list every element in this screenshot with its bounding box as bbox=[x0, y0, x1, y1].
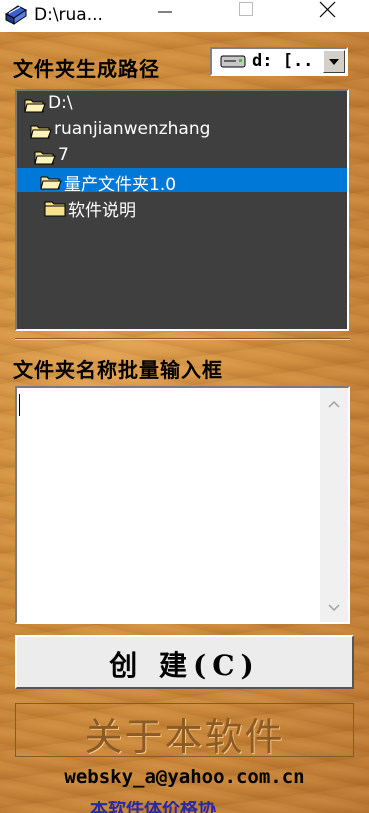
folder-tree[interactable]: D:\ ruanjianwenzhang 7 量产文件夹1.0 软件说明 bbox=[15, 89, 349, 331]
create-button-label: 创 建(C) bbox=[109, 649, 260, 682]
window-title: D:\rua... bbox=[34, 5, 103, 25]
minimize-button[interactable] bbox=[137, 0, 193, 32]
open-folder-icon bbox=[24, 99, 46, 113]
maximize-button[interactable] bbox=[219, 0, 275, 32]
open-folder-icon bbox=[30, 125, 52, 139]
tree-item-label: 7 bbox=[58, 145, 69, 165]
open-folder-icon bbox=[34, 151, 56, 165]
path-label: 文件夹生成路径 bbox=[13, 57, 160, 81]
close-button[interactable] bbox=[300, 0, 356, 32]
vertical-scrollbar[interactable] bbox=[320, 388, 348, 622]
about-button[interactable]: 关于本软件 bbox=[15, 703, 354, 759]
create-button[interactable]: 创 建(C) bbox=[15, 635, 354, 689]
drive-select-value: d: [.. bbox=[252, 51, 314, 71]
scroll-up-icon[interactable] bbox=[320, 392, 348, 416]
chevron-down-icon bbox=[329, 59, 339, 65]
partial-link-row: 本软件体价格协 bbox=[0, 801, 369, 813]
divider bbox=[15, 338, 350, 340]
tree-item-label: D:\ bbox=[48, 93, 73, 113]
names-input-label: 文件夹名称批量输入框 bbox=[13, 358, 223, 382]
tree-item-label: ruanjianwenzhang bbox=[54, 119, 211, 139]
dropdown-arrow[interactable] bbox=[323, 50, 345, 73]
text-caret bbox=[19, 394, 20, 416]
tree-item-label: 量产文件夹1.0 bbox=[64, 175, 177, 195]
open-folder-icon bbox=[40, 176, 62, 190]
tree-item-label: 软件说明 bbox=[68, 201, 136, 221]
app-icon bbox=[5, 5, 27, 25]
about-button-label: 关于本软件 bbox=[84, 715, 285, 759]
drive-icon bbox=[220, 55, 246, 68]
contact-email[interactable]: websky_a@yahoo.com.cn bbox=[0, 766, 369, 788]
partial-link[interactable]: 本软件体价格协 bbox=[90, 801, 216, 813]
drive-select[interactable]: d: [.. bbox=[210, 47, 348, 76]
scroll-down-icon[interactable] bbox=[320, 596, 348, 620]
closed-folder-icon bbox=[44, 201, 66, 217]
folder-names-textarea[interactable] bbox=[15, 386, 350, 624]
title-bar: D:\rua... bbox=[0, 0, 369, 32]
